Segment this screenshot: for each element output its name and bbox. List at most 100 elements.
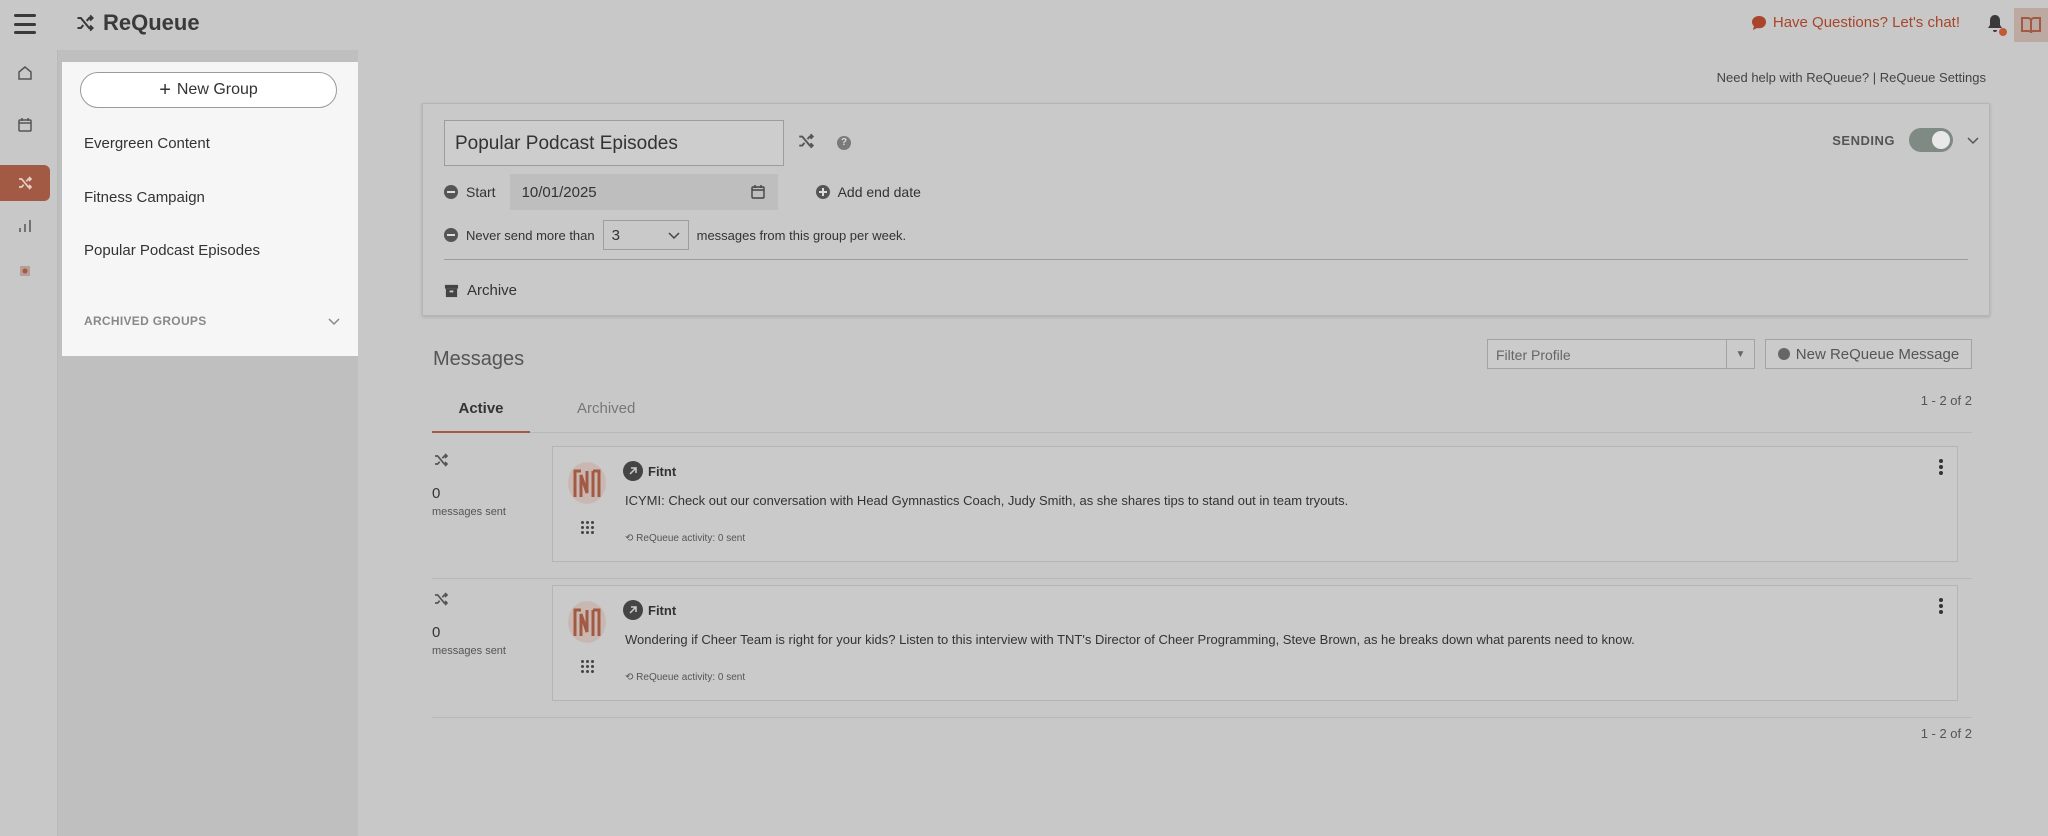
sending-toggle[interactable] (1909, 128, 1953, 152)
message-card[interactable]: Fitnt ICYMI: Check out our conversation … (552, 446, 1958, 562)
message-row: 0 messages sent Fitnt Wondering if Cheer… (432, 579, 1972, 718)
history-icon: ⟲ (625, 672, 637, 683)
message-text: ICYMI: Check out our conversation with H… (625, 493, 1349, 508)
message-stats: 0 messages sent (432, 452, 532, 518)
profile-chip: Fitnt (623, 461, 676, 481)
limit-prefix: Never send more than (466, 227, 595, 243)
more-options-icon[interactable] (1939, 598, 1943, 614)
help-link[interactable]: Need help with ReQueue? (1717, 70, 1870, 85)
activity-label: ReQueue activity: 0 sent (636, 533, 746, 544)
help-icon[interactable]: ? (837, 136, 851, 150)
notification-dot (1999, 28, 2007, 36)
shuffle-icon[interactable] (797, 132, 815, 150)
book-icon[interactable] (2014, 8, 2048, 42)
start-date-value: 10/01/2025 (521, 183, 597, 201)
left-nav-rail (0, 50, 58, 836)
filter-profile-placeholder: Filter Profile (1496, 347, 1571, 363)
limit-suffix: messages from this group per week. (696, 227, 907, 243)
new-requeue-message-button[interactable]: New ReQueue Message (1765, 339, 1972, 369)
calendar-icon (750, 185, 765, 199)
message-activity: ⟲ ReQueue activity: 0 sent (625, 533, 745, 544)
link-separator: | (1872, 70, 1877, 85)
archive-label: Archive (467, 282, 518, 299)
chat-link-label: Have Questions? Let's chat! (1772, 14, 1960, 31)
requeue-nav-icon[interactable] (0, 165, 50, 201)
tab-archived[interactable]: Archived (577, 400, 635, 417)
new-group-label: New Group (176, 81, 258, 98)
shuffle-icon (435, 592, 449, 606)
profile-avatar (623, 600, 643, 620)
app-brand[interactable]: ReQueue (75, 10, 200, 36)
archive-icon (444, 284, 459, 298)
limit-value: 3 (611, 226, 620, 244)
analytics-icon[interactable] (0, 208, 50, 244)
sending-control: SENDING (1832, 128, 1979, 152)
chevron-down-icon (328, 318, 340, 326)
message-text: Wondering if Cheer Team is right for you… (625, 632, 1635, 647)
chevron-down-icon (668, 232, 680, 240)
profile-name: Fitnt (648, 602, 677, 618)
profile-logo-icon (568, 601, 606, 643)
group-settings-card: Popular Podcast Episodes ? SENDING Start… (422, 103, 1990, 316)
new-message-label: New ReQueue Message (1795, 345, 1960, 363)
group-item-fitness[interactable]: Fitness Campaign (84, 189, 205, 206)
pagination-count-top: 1 - 2 of 2 (1920, 393, 1972, 408)
settings-link[interactable]: ReQueue Settings (1880, 70, 1986, 85)
calendar-icon[interactable] (0, 107, 50, 143)
archived-groups-toggle[interactable]: ARCHIVED GROUPS (84, 314, 340, 328)
groups-sidebar: + New Group Evergreen Content Fitness Ca… (62, 62, 359, 356)
sent-count: 0 (432, 624, 441, 641)
profile-avatar (623, 461, 643, 481)
message-activity: ⟲ ReQueue activity: 0 sent (625, 672, 745, 683)
start-date-field[interactable]: 10/01/2025 (509, 174, 778, 210)
limit-row: Never send more than 3 messages from thi… (444, 220, 906, 250)
sending-label: SENDING (1832, 132, 1895, 148)
plus-icon: + (159, 79, 171, 101)
app-name: ReQueue (103, 10, 200, 35)
message-stats: 0 messages sent (432, 591, 532, 657)
archived-groups-label: ARCHIVED GROUPS (84, 314, 207, 328)
hamburger-menu-icon[interactable] (14, 14, 36, 34)
pagination-count-bottom: 1 - 2 of 2 (1920, 726, 1972, 741)
plus-circle-icon (815, 185, 830, 199)
add-end-date-label: Add end date (837, 184, 921, 200)
campaign-icon[interactable] (0, 253, 50, 289)
help-links: Need help with ReQueue? | ReQueue Settin… (1717, 70, 1986, 85)
archive-button[interactable]: Archive (444, 282, 517, 299)
add-end-date-button[interactable]: Add end date (815, 184, 921, 200)
filter-profile-select[interactable]: Filter Profile ▼ (1487, 339, 1755, 369)
shuffle-icon (435, 453, 449, 467)
home-icon[interactable] (0, 55, 50, 91)
top-bar: ReQueue Have Questions? Let's chat! (0, 0, 2048, 50)
message-card[interactable]: Fitnt Wondering if Cheer Team is right f… (552, 585, 1958, 701)
drag-handle-icon[interactable] (581, 660, 595, 674)
chat-link[interactable]: Have Questions? Let's chat! (1751, 14, 1960, 31)
tab-active[interactable]: Active (432, 400, 530, 433)
group-name-input[interactable]: Popular Podcast Episodes (444, 120, 784, 166)
message-tabs: Active Archived (432, 392, 1972, 433)
remove-limit-icon[interactable] (444, 228, 458, 242)
sent-label: messages sent (432, 506, 506, 518)
activity-label: ReQueue activity: 0 sent (636, 672, 746, 683)
limit-select[interactable]: 3 (602, 220, 689, 250)
notifications-bell-icon[interactable] (1986, 14, 2007, 36)
profile-logo-icon (568, 462, 606, 504)
profile-name: Fitnt (648, 463, 677, 479)
start-label: Start (466, 184, 496, 200)
new-group-button[interactable]: + New Group (80, 72, 337, 108)
divider (444, 259, 1968, 260)
group-item-evergreen[interactable]: Evergreen Content (84, 135, 210, 152)
message-row: 0 messages sent Fitnt ICYMI: Check out o… (432, 440, 1972, 579)
chat-bubble-icon (1751, 15, 1766, 30)
plus-circle-icon (1777, 348, 1790, 360)
chevron-down-icon[interactable] (1967, 134, 1979, 146)
group-item-podcast[interactable]: Popular Podcast Episodes (84, 242, 260, 259)
shuffle-icon (77, 14, 94, 32)
dropdown-arrow-icon: ▼ (1726, 340, 1754, 368)
remove-start-icon[interactable] (444, 185, 458, 199)
more-options-icon[interactable] (1939, 459, 1943, 475)
sent-count: 0 (432, 485, 441, 502)
drag-handle-icon[interactable] (581, 521, 595, 535)
messages-title: Messages (433, 348, 525, 370)
profile-chip: Fitnt (623, 600, 676, 620)
